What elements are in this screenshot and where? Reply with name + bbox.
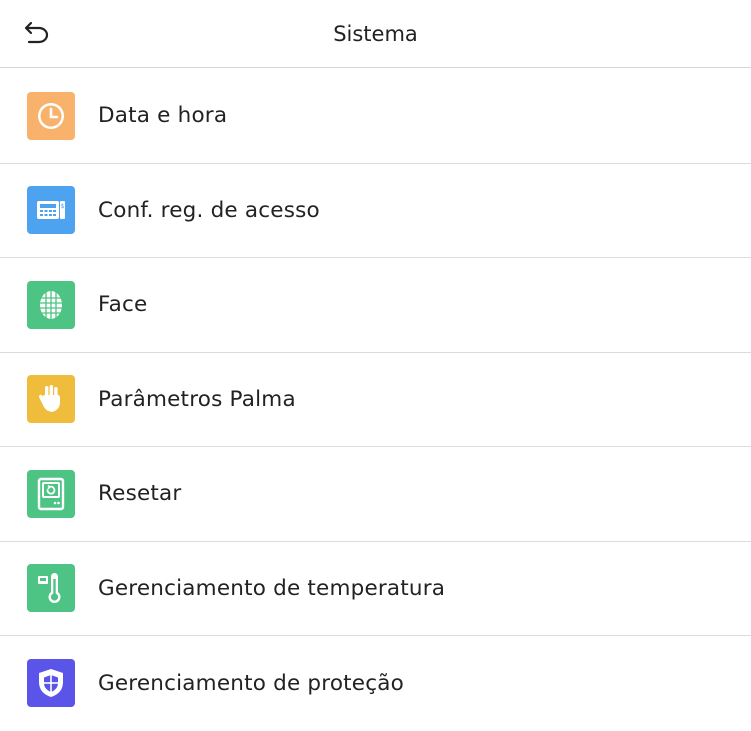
menu-item-label: Gerenciamento de temperatura: [98, 575, 446, 601]
clock-icon: [27, 91, 75, 140]
shield-icon: [27, 659, 75, 708]
menu-item-label: Gerenciamento de proteção: [98, 670, 404, 696]
menu-item-face[interactable]: Face: [0, 258, 751, 353]
face-scan-icon: [27, 280, 75, 329]
menu-item-reset[interactable]: Resetar: [0, 447, 751, 542]
system-menu-list: Data e hora $ Conf. reg. de acesso Face …: [0, 69, 751, 731]
menu-item-label: Face: [98, 292, 148, 318]
menu-item-date-time[interactable]: Data e hora: [0, 69, 751, 164]
menu-item-label: Data e hora: [98, 103, 228, 129]
menu-item-label: Parâmetros Palma: [98, 386, 296, 412]
palm-icon: [27, 375, 75, 424]
menu-item-palm-parameters[interactable]: Parâmetros Palma: [0, 353, 751, 447]
header-bar: Sistema: [0, 0, 751, 68]
menu-item-access-config[interactable]: $ Conf. reg. de acesso: [0, 164, 751, 258]
access-terminal-icon: $: [27, 186, 75, 235]
reset-device-icon: [27, 469, 75, 518]
thermometer-icon: [27, 564, 75, 613]
menu-item-temperature-management[interactable]: Gerenciamento de temperatura: [0, 542, 751, 636]
svg-text:$: $: [61, 203, 65, 210]
menu-item-protection-management[interactable]: Gerenciamento de proteção: [0, 636, 751, 731]
page-title: Sistema: [333, 22, 418, 46]
menu-item-label: Conf. reg. de acesso: [98, 197, 320, 223]
menu-item-label: Resetar: [98, 481, 182, 507]
